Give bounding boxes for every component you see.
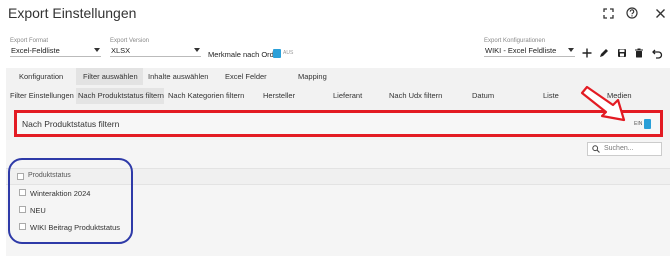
row-checkbox[interactable] [19, 206, 26, 213]
table-row[interactable]: Winteraktion 2024 [6, 186, 670, 203]
help-icon[interactable] [623, 4, 641, 22]
table-row[interactable]: NEU [6, 203, 670, 220]
toggle-knob [644, 119, 651, 129]
export-format-value-box[interactable]: Excel-Feldliste [10, 45, 101, 57]
merkmale-label: Merkmale nach Order [208, 50, 281, 59]
produktstatus-filter-label: Nach Produktstatus filtern [22, 119, 120, 129]
export-konfiguration-value: WIKI - Excel Feldliste [485, 46, 557, 55]
tab-filter-einstellungen[interactable]: Filter Einstellungen [10, 91, 74, 100]
undo-icon[interactable] [650, 46, 664, 60]
title-bar: Export Einstellungen [0, 0, 670, 26]
annotation-arrow [580, 85, 626, 122]
export-format-label: Export Format [10, 38, 49, 44]
fullscreen-icon[interactable] [599, 4, 617, 22]
table-header [6, 168, 670, 185]
chevron-down-icon [94, 48, 100, 52]
row-checkbox[interactable] [19, 223, 26, 230]
produktstatus-filter-section: Nach Produktstatus filtern EIN [14, 110, 663, 137]
table-row[interactable]: WIKI Beitrag Produktstatus [6, 220, 670, 237]
export-konfiguration-value-box[interactable]: WIKI - Excel Feldliste [484, 45, 575, 57]
tab-lieferant[interactable]: Lieferant [333, 91, 362, 100]
row-label: NEU [30, 206, 46, 215]
tab-nach-udx[interactable]: Nach Udx filtern [389, 91, 442, 100]
toggle-knob [273, 49, 281, 58]
export-version-label: Export Version [110, 38, 150, 44]
chevron-down-icon [568, 48, 574, 52]
filter-tabs: Filter Einstellungen Nach Produktstatus … [6, 88, 670, 104]
tab-konfiguration[interactable]: Konfiguration [19, 72, 63, 81]
tab-filter-auswaehlen[interactable]: Filter auswählen [83, 72, 138, 81]
delete-icon[interactable] [632, 46, 646, 60]
search-placeholder: Suchen... [604, 145, 634, 152]
tab-nach-kategorien[interactable]: Nach Kategorien filtern [168, 91, 244, 100]
tab-nach-produktstatus[interactable]: Nach Produktstatus filtern [78, 91, 164, 100]
tab-excel-felder[interactable]: Excel Felder [225, 72, 267, 81]
export-version-select[interactable]: Export Version XLSX [110, 38, 201, 57]
merkmale-toggle[interactable]: AUS [273, 49, 293, 58]
tab-datum[interactable]: Datum [472, 91, 494, 100]
edit-icon[interactable] [597, 46, 611, 60]
export-format-select[interactable]: Export Format Excel-Feldliste [10, 38, 101, 57]
column-header-produktstatus: Produktstatus [28, 172, 71, 179]
search-input[interactable]: Suchen... [587, 142, 662, 156]
produktstatus-filter-toggle[interactable]: EIN [634, 119, 654, 129]
export-version-value: XLSX [111, 46, 131, 55]
tab-inhalte-auswaehlen[interactable]: Inhalte auswählen [148, 72, 208, 81]
add-icon[interactable] [580, 46, 594, 60]
tab-liste[interactable]: Liste [543, 91, 559, 100]
export-konfiguration-select[interactable]: Export Konfigurationen WIKI - Excel Feld… [484, 38, 575, 57]
tab-hersteller[interactable]: Hersteller [263, 91, 295, 100]
export-toolbar: Export Format Excel-Feldliste Export Ver… [0, 38, 670, 66]
merkmale-toggle-text: AUS [283, 50, 294, 56]
close-icon[interactable] [651, 4, 669, 22]
select-all-checkbox[interactable] [17, 173, 24, 180]
tab-mapping[interactable]: Mapping [298, 72, 327, 81]
row-label: WIKI Beitrag Produktstatus [30, 223, 121, 232]
chevron-down-icon [194, 48, 200, 52]
main-tabs: Konfiguration Filter auswählen Inhalte a… [6, 68, 670, 85]
search-icon [592, 145, 600, 153]
export-format-value: Excel-Feldliste [11, 46, 60, 55]
row-label: Winteraktion 2024 [30, 189, 91, 198]
save-icon[interactable] [615, 46, 629, 60]
produktstatus-toggle-text: EIN [634, 121, 643, 127]
window-title: Export Einstellungen [8, 5, 137, 21]
row-checkbox[interactable] [19, 189, 26, 196]
export-version-value-box[interactable]: XLSX [110, 45, 201, 57]
export-konfiguration-label: Export Konfigurationen [484, 38, 546, 44]
